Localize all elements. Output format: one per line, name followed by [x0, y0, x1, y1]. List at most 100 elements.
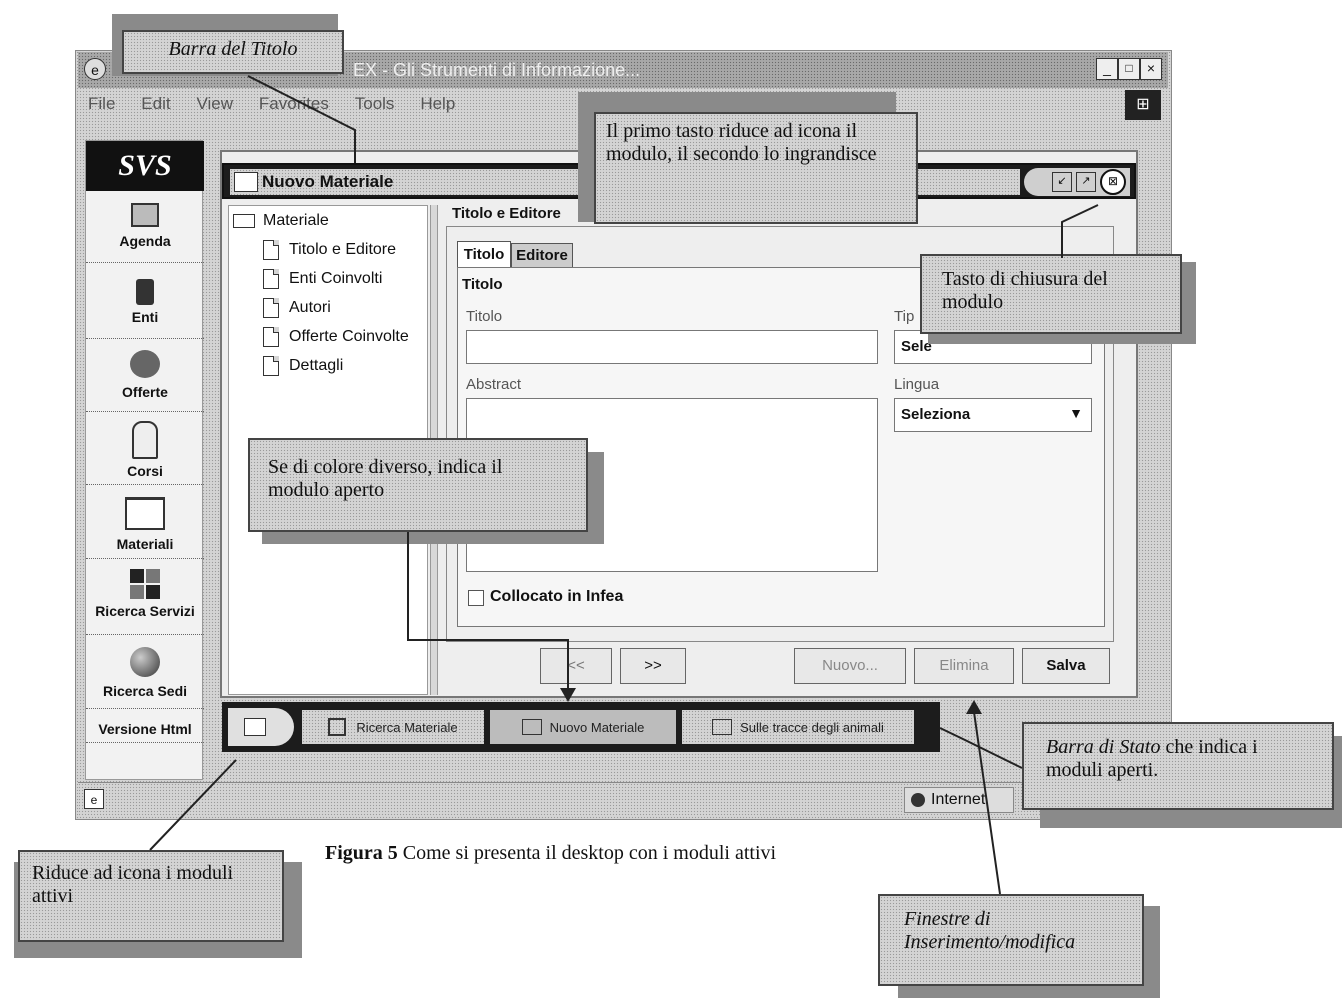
book-icon: [521, 719, 542, 735]
calendar-icon: [131, 203, 159, 227]
lingua-select[interactable]: Seleziona ▼: [894, 398, 1092, 432]
close-module-icon[interactable]: ⊠: [1100, 169, 1126, 195]
menu-view[interactable]: View: [196, 94, 233, 114]
tree-item-label: Dettagli: [289, 356, 344, 374]
prev-button[interactable]: <<: [540, 648, 612, 684]
tree-item[interactable]: Autori: [229, 293, 427, 322]
tree-item[interactable]: Offerte Coinvolte: [229, 322, 427, 351]
minimize-button[interactable]: _: [1096, 58, 1118, 80]
sidebar-item-ricerca-servizi[interactable]: Ricerca Servizi: [86, 567, 204, 635]
menu-help[interactable]: Help: [420, 94, 455, 114]
titolo-input[interactable]: [466, 330, 878, 364]
callout-text: Finestre di Inserimento/modifica: [904, 908, 1076, 953]
sidebar: SVS Agenda Enti Offerte Corsi Materiali …: [85, 140, 204, 780]
tree-item[interactable]: Titolo e Editore: [229, 235, 427, 264]
callout-text: Barra del Titolo: [168, 38, 298, 60]
callout-barra-stato: Barra di Stato che indica i moduli apert…: [1022, 722, 1334, 810]
panel-title: Titolo e Editore: [452, 205, 561, 222]
file-icon: [263, 239, 279, 260]
module-controls: ↙ ↗ ⊠: [1024, 168, 1130, 196]
callout-text-em: Barra di Stato: [1046, 736, 1161, 758]
tree-item[interactable]: Dettagli: [229, 351, 427, 380]
callout-riduce-icona: Riduce ad icona i moduli attivi: [18, 850, 284, 942]
callout-text: Tasto di chiusura del modulo: [942, 268, 1108, 313]
file-icon: [263, 355, 279, 376]
chevron-down-icon: ▼: [1069, 405, 1083, 421]
arrows-grid-icon: [130, 569, 160, 599]
ie-icon: e: [84, 58, 106, 80]
infea-checkbox[interactable]: [468, 590, 484, 606]
callout-primo-tasto: Il primo tasto riduce ad icona il modulo…: [594, 112, 918, 224]
menu-favorites[interactable]: Favorites: [259, 94, 329, 114]
sidebar-item-offerte[interactable]: Offerte: [86, 346, 204, 412]
menu-edit[interactable]: Edit: [141, 94, 170, 114]
sidebar-item-agenda[interactable]: Agenda: [86, 203, 204, 263]
window-controls: _ □ ×: [1096, 58, 1162, 80]
tab-titolo[interactable]: Titolo: [457, 241, 511, 267]
caption-text: Come si presenta il desktop con i moduli…: [397, 842, 777, 864]
iconify-module-icon[interactable]: ↙: [1052, 172, 1072, 192]
task-item-sulle-tracce[interactable]: Sulle tracce degli animali: [682, 710, 914, 744]
sidebar-item-label: Versione Html: [98, 721, 192, 737]
elimina-button[interactable]: Elimina: [914, 648, 1014, 684]
callout-finestre: Finestre di Inserimento/modifica: [878, 894, 1144, 986]
book-icon: [712, 719, 733, 735]
caption-label: Figura 5: [325, 842, 398, 864]
windows-logo-icon: ⊞: [1125, 90, 1161, 120]
globe-icon: [911, 793, 925, 807]
tree-item[interactable]: Enti Coinvolti: [229, 264, 427, 293]
lingua-label: Lingua: [894, 376, 940, 393]
teacher-icon: [132, 421, 158, 459]
ie-page-icon: e: [84, 789, 104, 809]
sidebar-item-label: Corsi: [127, 463, 163, 479]
callout-text: Se di colore diverso, indica il modulo a…: [268, 456, 503, 501]
book-icon: [125, 497, 165, 530]
infea-checkbox-label: Collocato in Infea: [490, 588, 624, 605]
close-button[interactable]: ×: [1140, 58, 1162, 80]
sidebar-item-label: Agenda: [119, 233, 171, 249]
next-button[interactable]: >>: [620, 648, 686, 684]
sidebar-item-versione-html[interactable]: Versione Html: [86, 715, 204, 743]
tab-editore[interactable]: Editore: [511, 243, 573, 267]
sidebar-item-materiali[interactable]: Materiali: [86, 493, 204, 559]
figure-caption: Figura 5 Come si presenta il desktop con…: [325, 842, 776, 865]
titolo-label: Titolo: [466, 308, 503, 325]
salva-button[interactable]: Salva: [1022, 648, 1110, 684]
module-title: Nuovo Materiale: [262, 172, 394, 191]
tree-item-label: Titolo e Editore: [289, 240, 397, 258]
sidebar-item-ricerca-sedi[interactable]: Ricerca Sedi: [86, 643, 204, 709]
menu-tools[interactable]: Tools: [355, 94, 395, 114]
folder-icon: [233, 213, 255, 228]
people-icon: [130, 350, 160, 378]
maximize-module-icon[interactable]: ↗: [1076, 172, 1096, 192]
nuovo-button[interactable]: Nuovo...: [794, 648, 906, 684]
iconify-all-button[interactable]: [228, 708, 294, 746]
callout-barra-titolo: Barra del Titolo: [122, 30, 344, 74]
file-icon: [263, 297, 279, 318]
task-bar: Ricerca Materiale Nuovo Materiale Sulle …: [222, 702, 940, 752]
building-icon: [136, 279, 154, 305]
menu-file[interactable]: File: [88, 94, 115, 114]
abstract-label: Abstract: [466, 376, 522, 393]
browser-title-text: EX - Gli Strumenti di Informazione...: [353, 60, 641, 80]
callout-text: Il primo tasto riduce ad icona il modulo…: [606, 120, 877, 165]
tree-item-label: Offerte Coinvolte: [289, 327, 409, 345]
tree-root[interactable]: Materiale: [229, 206, 427, 235]
sidebar-item-label: Ricerca Sedi: [102, 683, 188, 699]
status-zone-label: Internet: [931, 791, 986, 808]
task-item-label: Ricerca Materiale: [356, 719, 458, 735]
file-icon: [263, 326, 279, 347]
globe-icon: [130, 647, 160, 677]
status-bar: e Internet: [78, 782, 1170, 816]
file-icon: [263, 268, 279, 289]
sidebar-item-corsi[interactable]: Corsi: [86, 419, 204, 485]
maximize-button[interactable]: □: [1118, 58, 1140, 80]
sidebar-item-label: Offerte: [122, 384, 168, 400]
iconify-all-icon: [244, 718, 266, 736]
task-item-ricerca-materiale[interactable]: Ricerca Materiale: [302, 710, 484, 744]
sidebar-item-enti[interactable]: Enti: [86, 273, 204, 339]
sidebar-item-label: Enti: [131, 309, 159, 325]
sidebar-item-label: Ricerca Servizi: [95, 603, 195, 619]
tipo-label: Tip: [894, 308, 915, 325]
task-item-nuovo-materiale[interactable]: Nuovo Materiale: [490, 710, 676, 744]
